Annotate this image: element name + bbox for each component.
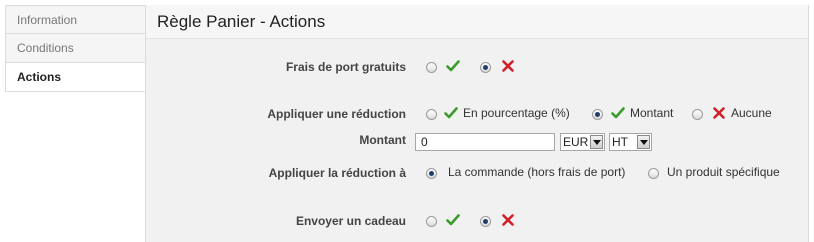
tab-information[interactable]: Information xyxy=(5,5,146,34)
sidebar: Information Conditions Actions xyxy=(5,5,146,92)
cross-icon xyxy=(502,60,514,72)
check-icon xyxy=(611,107,625,119)
currency-select[interactable]: EUR xyxy=(560,133,605,151)
check-icon xyxy=(446,60,460,72)
tax-select[interactable]: HT xyxy=(609,133,652,151)
discount-none-label: Aucune xyxy=(731,106,772,120)
apply-to-order-label: La commande (hors frais de port) xyxy=(448,165,626,179)
apply-discount-label: Appliquer une réduction xyxy=(267,107,406,121)
check-icon xyxy=(446,214,460,226)
actions-panel: Règle Panier - Actions Frais de port gra… xyxy=(145,5,809,242)
apply-to-label: Appliquer la réduction à xyxy=(268,166,406,180)
gift-label: Envoyer un cadeau xyxy=(295,214,406,228)
amount-label: Montant xyxy=(359,133,406,147)
apply-to-product-label: Un produit spécifique xyxy=(667,165,780,179)
discount-amount-label: Montant xyxy=(630,106,674,120)
discount-percent-radio[interactable] xyxy=(426,109,437,120)
tax-value: HT xyxy=(612,135,628,149)
discount-none-radio[interactable] xyxy=(692,109,703,120)
discount-percent-label: En pourcentage (%) xyxy=(463,106,570,120)
apply-to-order-radio[interactable] xyxy=(426,168,437,179)
free-shipping-no-radio[interactable] xyxy=(480,62,491,73)
chevron-down-icon xyxy=(637,135,650,149)
gift-yes-radio[interactable] xyxy=(426,216,437,227)
cross-icon xyxy=(502,214,514,226)
free-shipping-label: Frais de port gratuits xyxy=(285,60,406,74)
cross-icon xyxy=(713,107,725,119)
check-icon xyxy=(444,107,458,119)
amount-input[interactable] xyxy=(415,133,555,151)
chevron-down-icon xyxy=(590,135,603,149)
apply-to-product-radio[interactable] xyxy=(648,168,659,179)
tab-actions[interactable]: Actions xyxy=(5,63,146,92)
page-title: Règle Panier - Actions xyxy=(146,5,808,39)
currency-value: EUR xyxy=(563,135,589,149)
free-shipping-yes-radio[interactable] xyxy=(426,62,437,73)
gift-no-radio[interactable] xyxy=(480,216,491,227)
discount-amount-radio[interactable] xyxy=(592,109,603,120)
tab-conditions[interactable]: Conditions xyxy=(5,34,146,63)
